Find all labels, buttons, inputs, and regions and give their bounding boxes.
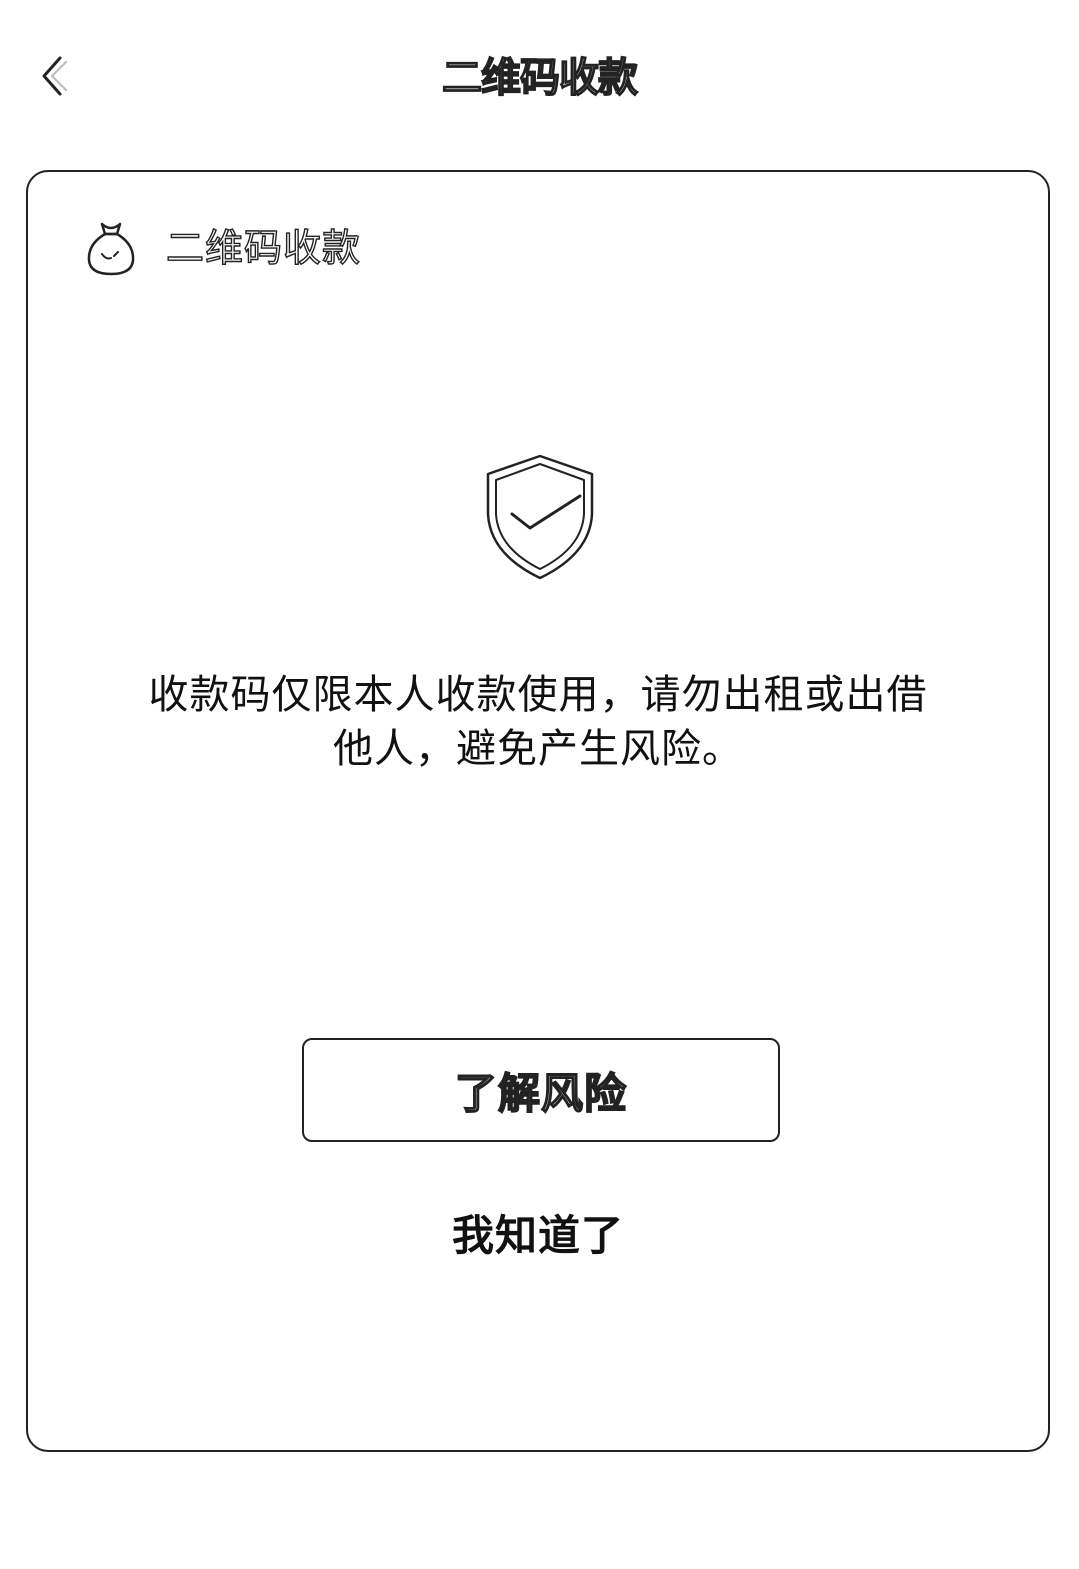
- warning-line-2: 他人，避免产生风险。: [333, 726, 743, 772]
- warning-line-1: 收款码仅限本人收款使用，请勿出租或出借: [148, 672, 928, 718]
- card-header: 二维码收款: [84, 216, 361, 280]
- shield-check-icon: [482, 452, 598, 582]
- card-title: 二维码收款: [165, 225, 362, 270]
- learn-risk-button-label: 了解风险: [454, 1068, 627, 1119]
- nav-bar: 二维码收款: [0, 0, 1079, 150]
- money-bag-icon: [84, 218, 138, 278]
- warning-message: 收款码仅限本人收款使用，请勿出租或出借 他人，避免产生风险。: [88, 668, 988, 776]
- page-title: 二维码收款: [441, 54, 639, 102]
- got-it-button[interactable]: 我知道了: [28, 1208, 1048, 1264]
- qr-payment-page: 二维码收款 二维码收款 收款码仅限本人收款使用，请勿出租或出借 他人，避免产生风…: [0, 0, 1079, 1569]
- learn-risk-button[interactable]: 了解风险: [302, 1038, 780, 1142]
- notice-card: 二维码收款 收款码仅限本人收款使用，请勿出租或出借 他人，避免产生风险。 了解风…: [26, 170, 1050, 1452]
